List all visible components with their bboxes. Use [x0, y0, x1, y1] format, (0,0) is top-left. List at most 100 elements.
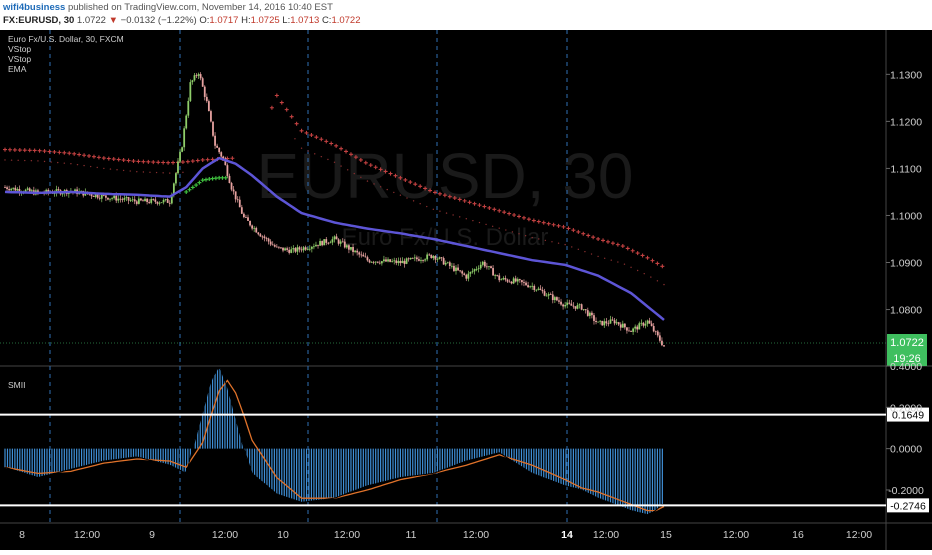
vstop-marker [615, 242, 620, 247]
candle-body [175, 173, 177, 184]
candle-body [179, 151, 181, 162]
candle-body [113, 195, 116, 199]
vstop-dot [459, 216, 461, 218]
candle-body [512, 278, 515, 284]
close-value: 1.0722 [331, 15, 361, 26]
vstop-marker [32, 148, 37, 153]
candle-body [455, 267, 457, 271]
candle-body [409, 257, 412, 260]
candle-body [389, 259, 392, 262]
candle-body [168, 202, 171, 204]
candle-body [164, 199, 167, 200]
vstop-dot [406, 197, 408, 199]
candle-body [131, 199, 134, 201]
candle-body [300, 249, 303, 251]
oscillator-title[interactable]: SMII [8, 380, 25, 390]
candle-body [370, 261, 373, 263]
candle-body [133, 199, 136, 202]
candle-body [290, 249, 293, 253]
vstop-marker [625, 246, 630, 251]
candle-body [541, 289, 544, 292]
candle-body [230, 182, 233, 190]
vstop-marker [200, 157, 205, 162]
symbol-label[interactable]: FX:EURUSD, 30 [3, 15, 74, 26]
candle-body [537, 288, 540, 290]
vstop-marker [655, 261, 660, 266]
vstop-dot [379, 186, 382, 188]
high-value: 1.0725 [250, 15, 280, 26]
legend-item-ema[interactable]: EMA [8, 64, 124, 74]
vstop-marker [126, 158, 131, 163]
candle-body [30, 190, 33, 192]
candle-body [368, 260, 371, 263]
candle-body [154, 199, 157, 202]
candle-body [504, 278, 507, 280]
vstop-dot [43, 160, 46, 163]
candle-body [135, 201, 138, 204]
vstop-marker [42, 149, 47, 154]
candle-body [96, 194, 99, 198]
candle-body [469, 272, 472, 274]
candle-body [558, 300, 560, 302]
author-link[interactable]: wifi4business [3, 2, 65, 13]
candle-body [521, 280, 523, 283]
vstop-marker [556, 223, 561, 228]
vstop-marker [521, 215, 526, 220]
vstop-dot [663, 283, 665, 286]
candle-body [650, 323, 653, 327]
candle-body [220, 152, 223, 157]
candle-body [471, 271, 474, 273]
vstop-dot [142, 171, 145, 173]
candle-body [317, 244, 319, 246]
vstop-dot [538, 238, 540, 240]
candle-body [117, 198, 120, 201]
vstop-marker [161, 160, 166, 165]
candle-body [549, 294, 552, 295]
candle-body [321, 241, 324, 246]
down-arrow-icon: ▼ [108, 15, 119, 26]
vstop-marker [136, 159, 141, 164]
vstop-marker [645, 255, 650, 260]
candle-body [566, 302, 569, 305]
candle-body [385, 259, 387, 262]
vstop-dot [399, 194, 402, 196]
candle-body [636, 326, 639, 330]
candle-body [459, 270, 462, 272]
candle-body [150, 199, 153, 203]
vstop-dot [162, 172, 164, 174]
candle-body [105, 195, 107, 198]
vstop-dot [452, 214, 454, 216]
candle-body [341, 241, 344, 243]
candle-body [378, 262, 381, 264]
chart-canvas[interactable]: EURUSD, 30 Euro Fx/U.S. Dollar 1.0722 19… [0, 30, 932, 550]
vstop-dot [584, 250, 586, 253]
vstop-dot [129, 170, 131, 172]
vstop-dot [333, 161, 336, 164]
price-tick-label: 1.1300 [890, 69, 922, 81]
legend-item-vstop-2[interactable]: VStop [8, 54, 124, 64]
candle-body [446, 262, 449, 264]
candle-body [197, 74, 200, 76]
legend-item-vstop-1[interactable]: VStop [8, 44, 124, 54]
candle-body [580, 304, 583, 310]
vstop-dot [17, 159, 19, 162]
candle-body [92, 196, 95, 197]
candle-body [203, 86, 206, 97]
vstop-dot [597, 255, 599, 258]
vstop-marker [91, 154, 96, 159]
vstop-dot [89, 165, 92, 168]
candle-body [255, 227, 258, 233]
candle-body [483, 261, 486, 267]
vstop-marker [591, 235, 596, 240]
vstop-dot [623, 263, 626, 265]
legend-title[interactable]: Euro Fx/U.S. Dollar, 30, FXCM [8, 34, 124, 44]
vstop-marker [7, 147, 12, 152]
time-tick-label: 12:00 [723, 529, 749, 541]
candle-body [102, 194, 105, 196]
candle-body [185, 115, 188, 129]
candle-body [380, 261, 383, 264]
candle-body [331, 239, 334, 243]
candle-body [26, 188, 29, 190]
vstop-marker [77, 152, 82, 157]
candle-body [193, 75, 196, 81]
